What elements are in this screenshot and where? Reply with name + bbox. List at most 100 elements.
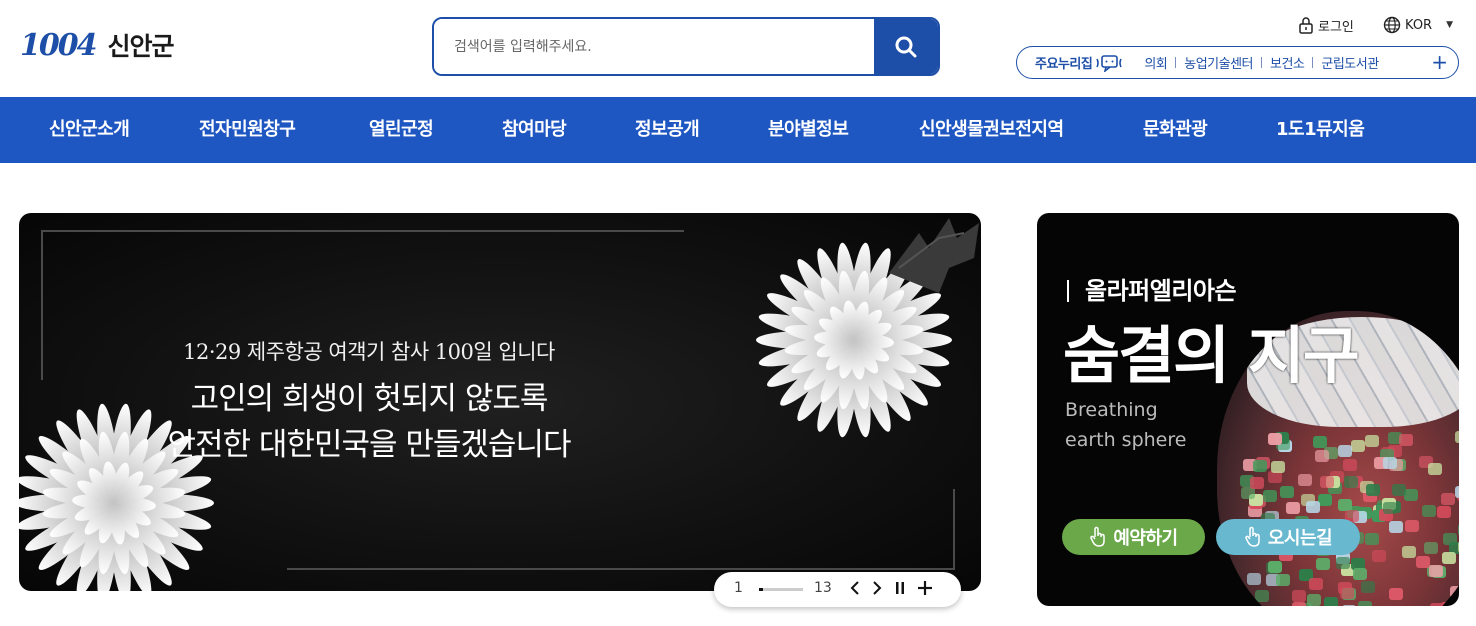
mosaic-tile xyxy=(1450,585,1459,598)
divider xyxy=(1175,57,1177,68)
next-slide-button[interactable] xyxy=(872,576,882,605)
mosaic-tile xyxy=(1313,435,1328,448)
mosaic-tile xyxy=(1319,476,1334,489)
nav-item-museum[interactable]: 1도1뮤지움 xyxy=(1276,97,1365,163)
mosaic-tile xyxy=(1343,476,1358,489)
mosaic-tile xyxy=(1360,580,1375,593)
mosaic-tile xyxy=(1427,463,1442,476)
mosaic-tile xyxy=(1246,572,1261,585)
prev-slide-button[interactable] xyxy=(850,576,860,605)
reservation-label: 예약하기 xyxy=(1113,528,1178,549)
login-link[interactable]: 로그인 xyxy=(1298,14,1354,36)
pager-total: 13 xyxy=(814,580,832,596)
search-input[interactable] xyxy=(434,19,874,74)
quick-link-health-center[interactable]: 보건소 xyxy=(1270,53,1305,72)
reservation-button[interactable]: 예약하기 xyxy=(1062,519,1205,555)
quick-links-more-button[interactable]: + xyxy=(1431,52,1448,72)
divider xyxy=(1261,57,1262,68)
quick-links-title: 주요누리집 xyxy=(1035,57,1093,72)
search-icon xyxy=(895,36,917,57)
mosaic-tile xyxy=(1436,505,1451,518)
site-header: 1004 신안군 로그인 KOR ▼ 주요누리집 xyxy=(0,0,1476,97)
lock-icon xyxy=(1299,17,1313,34)
frame-line xyxy=(287,568,955,570)
mosaic-tile xyxy=(1271,461,1286,474)
mosaic-tile xyxy=(1430,602,1445,606)
mosaic-tile xyxy=(1335,557,1350,570)
mosaic-tile xyxy=(1262,490,1277,503)
frame-line xyxy=(41,230,684,232)
quick-link-library[interactable]: 군립도서관 xyxy=(1321,53,1379,72)
directions-button[interactable]: 오시는길 xyxy=(1216,519,1360,555)
mosaic-tile xyxy=(1323,597,1338,606)
mosaic-tile xyxy=(1457,523,1459,536)
mosaic-tile xyxy=(1399,433,1414,446)
mosaic-tile xyxy=(1401,546,1416,559)
nav-item-field-info[interactable]: 분야별정보 xyxy=(768,97,849,163)
logo-text: 신안군 xyxy=(107,32,175,61)
globe-icon xyxy=(1383,16,1401,34)
quick-link-agri-center[interactable]: 농업기술센터 xyxy=(1184,53,1253,72)
nav-item-info-disclosure[interactable]: 정보공개 xyxy=(635,97,700,163)
mosaic-tile xyxy=(1405,519,1420,532)
pause-icon xyxy=(896,582,904,594)
nav-item-open-admin[interactable]: 열린군정 xyxy=(369,97,434,163)
mosaic-tile xyxy=(1342,605,1357,606)
directions-label: 오시는길 xyxy=(1267,528,1333,549)
exhibition-banner[interactable]: 올라퍼엘리아슨 숨결의 지구 Breathing earth sphere 예약… xyxy=(1037,213,1459,606)
mosaic-tile xyxy=(1389,520,1404,533)
leaf-image xyxy=(889,218,979,293)
caret-down-icon: ▼ xyxy=(1446,20,1454,30)
mosaic-tile xyxy=(1279,485,1294,498)
nav-item-participation[interactable]: 참여마당 xyxy=(502,97,567,163)
mosaic-tile xyxy=(1286,501,1301,514)
mosaic-tile xyxy=(1307,594,1322,606)
banner-headline-2: 안전한 대한민국을 만들겠습니다 xyxy=(167,427,572,463)
mosaic-tile xyxy=(1366,484,1381,497)
pointer-hand-icon xyxy=(1245,526,1260,547)
mosaic-tile xyxy=(1364,533,1379,546)
divider xyxy=(1312,57,1314,68)
more-slides-button[interactable] xyxy=(917,576,933,605)
exhibition-english-line-1: Breathing xyxy=(1065,399,1158,421)
mosaic-tile xyxy=(1267,561,1282,574)
mosaic-tile xyxy=(1291,590,1306,603)
quick-link-council[interactable]: 의회 xyxy=(1144,53,1167,72)
logo-mark-1004: 1004 xyxy=(20,27,97,63)
mosaic-tile xyxy=(1392,484,1407,497)
language-label: KOR xyxy=(1405,17,1433,33)
nav-item-about[interactable]: 신안군소개 xyxy=(49,97,130,163)
mosaic-tile xyxy=(1371,549,1386,562)
site-logo[interactable]: 1004 신안군 xyxy=(20,20,210,70)
mosaic-tile xyxy=(1292,601,1307,606)
mosaic-tile xyxy=(1267,433,1282,446)
frame-line xyxy=(953,489,955,569)
mosaic-tile xyxy=(1388,587,1403,600)
banner-headline-1: 고인의 희생이 헛되지 않도록 xyxy=(190,381,549,417)
chat-icon xyxy=(1096,54,1123,72)
mosaic-tile xyxy=(1276,574,1291,587)
exhibition-english-line-2: earth sphere xyxy=(1065,429,1187,451)
login-label: 로그인 xyxy=(1318,19,1354,35)
exhibition-artist-label: 올라퍼엘리아슨 xyxy=(1085,277,1237,305)
pause-button[interactable] xyxy=(894,576,906,605)
mosaic-tile xyxy=(1358,600,1373,606)
search-box xyxy=(432,17,940,76)
nav-item-e-civil[interactable]: 전자민원창구 xyxy=(199,97,296,163)
mosaic-tile xyxy=(1455,485,1459,498)
nav-item-biosphere[interactable]: 신안생물권보전지역 xyxy=(919,97,1064,163)
mosaic-tile xyxy=(1382,457,1397,470)
search-button[interactable] xyxy=(874,19,938,74)
mosaic-tile xyxy=(1250,477,1265,490)
mosaic-tile xyxy=(1268,471,1283,484)
nav-item-culture-tourism[interactable]: 문화관광 xyxy=(1143,97,1208,163)
memorial-banner[interactable]: 12·29 제주항공 여객기 참사 100일 입니다 고인의 희생이 헛되지 않… xyxy=(19,213,981,591)
mosaic-tile xyxy=(1421,505,1436,518)
mosaic-tile xyxy=(1254,589,1269,602)
language-select[interactable]: KOR ▼ xyxy=(1383,14,1453,36)
mosaic-tile xyxy=(1429,565,1444,578)
chevron-left-icon xyxy=(850,581,859,595)
mosaic-tile xyxy=(1306,500,1321,513)
pager-current: 1 xyxy=(734,580,743,596)
main-navigation: 신안군소개 전자민원창구 열린군정 참여마당 정보공개 분야별정보 신안생물권보… xyxy=(0,97,1476,163)
